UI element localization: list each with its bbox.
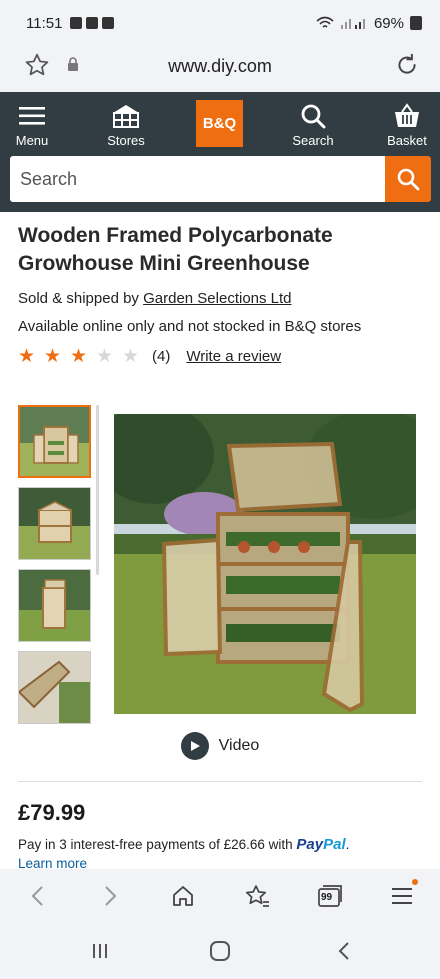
store-icon (91, 102, 161, 130)
bookmarks-star-icon (245, 885, 269, 907)
browser-menu-button[interactable] (388, 879, 418, 911)
product-price: £79.99 (18, 800, 86, 825)
home-icon (173, 886, 193, 906)
thumbnail-image[interactable] (18, 487, 91, 560)
browser-url-bar: www.diy.com (0, 46, 440, 92)
gmail-icon (70, 17, 83, 29)
availability-text: Available online only and not stocked in… (18, 318, 362, 335)
thumbnail-image[interactable] (18, 569, 91, 642)
back-icon (338, 942, 349, 960)
paypal-logo-pal: Pal (323, 836, 346, 853)
chevron-left-icon (31, 886, 43, 906)
tab-count: 99 (321, 892, 333, 903)
battery-percent: 69% (373, 14, 404, 32)
thumbnail-scrollbar[interactable] (96, 405, 99, 575)
video-button[interactable]: Video (0, 732, 440, 760)
thumbnail-list (18, 405, 92, 733)
paypal-logo-pay: Pay (296, 836, 324, 853)
system-nav-bar (0, 923, 440, 979)
menu-button[interactable]: Menu (0, 102, 67, 148)
paypal-text: Pay in 3 interest-free payments of £26.6… (18, 837, 297, 852)
bookmark-star-icon[interactable] (24, 52, 50, 83)
browser-toolbar: 99 (0, 869, 440, 923)
reload-icon[interactable] (394, 52, 420, 83)
hamburger-menu-icon (392, 888, 412, 904)
bookmarks-button[interactable] (242, 881, 272, 911)
basket-button[interactable]: Basket (372, 102, 440, 148)
status-time: 11:51 (26, 14, 63, 32)
home-button[interactable] (168, 881, 198, 911)
thumbnail-image[interactable] (18, 651, 91, 724)
star-empty-icon: ★ (122, 346, 140, 367)
stores-label: Stores (107, 133, 145, 148)
recent-apps-button[interactable] (88, 939, 112, 963)
chevron-right-icon (105, 886, 117, 906)
gallery-icon (86, 17, 99, 29)
star-filled-icon: ★ (18, 346, 36, 367)
rating-row: ★ ★ ★ ★ ★ (4) Write a review (18, 345, 281, 368)
seller-link[interactable]: Garden Selections Ltd (143, 290, 291, 307)
signal-icon (340, 19, 365, 29)
forward-button[interactable] (96, 881, 126, 911)
notification-dot (412, 879, 418, 885)
seller-line: Sold & shipped by Garden Selections Ltd (18, 290, 292, 307)
star-filled-icon: ★ (70, 346, 88, 367)
product-title: Wooden Framed Polycarbonate Growhouse Mi… (18, 224, 333, 275)
back-button[interactable] (22, 881, 52, 911)
menu-label: Menu (15, 133, 49, 148)
search-submit-button[interactable] (385, 156, 431, 202)
bq-logo[interactable]: B&Q (196, 100, 243, 147)
basket-icon (372, 102, 440, 130)
paypal-suffix: . (345, 837, 350, 852)
wifi-icon (316, 16, 334, 28)
search-nav-button[interactable]: Search (278, 102, 348, 148)
tabs-button[interactable]: 99 (315, 881, 345, 911)
main-product-image[interactable] (114, 414, 416, 714)
star-filled-icon: ★ (44, 346, 62, 367)
site-header: Menu Stores B&Q Search Basket (0, 92, 440, 212)
sold-prefix: Sold & shipped by (18, 290, 144, 307)
recent-apps-icon (93, 944, 107, 958)
battery-icon (410, 16, 422, 30)
stores-button[interactable]: Stores (91, 102, 161, 148)
star-empty-icon: ★ (96, 346, 114, 367)
basket-label: Basket (387, 133, 427, 148)
video-label: Video (218, 737, 260, 754)
system-back-button[interactable] (334, 939, 354, 963)
thumbnail-image[interactable] (18, 405, 91, 478)
paypal-installments: Pay in 3 interest-free payments of £26.6… (18, 836, 349, 853)
divider (18, 781, 422, 782)
write-review-link[interactable]: Write a review (186, 348, 281, 365)
review-count[interactable]: (4) (152, 348, 170, 365)
search-input[interactable] (10, 156, 385, 202)
play-icon (180, 732, 209, 760)
checkbox-icon (102, 17, 115, 29)
paypal-logo: PayPal (296, 836, 345, 853)
home-pill-icon (210, 941, 230, 961)
system-home-button[interactable] (207, 939, 233, 963)
notification-icons (70, 17, 115, 29)
lock-icon (66, 56, 80, 77)
magnifier-icon (278, 102, 348, 130)
search-bar (10, 156, 431, 202)
status-bar: 11:51 69% (0, 0, 440, 46)
search-nav-label: Search (292, 133, 334, 148)
hamburger-icon (0, 102, 67, 130)
search-icon (397, 168, 420, 191)
